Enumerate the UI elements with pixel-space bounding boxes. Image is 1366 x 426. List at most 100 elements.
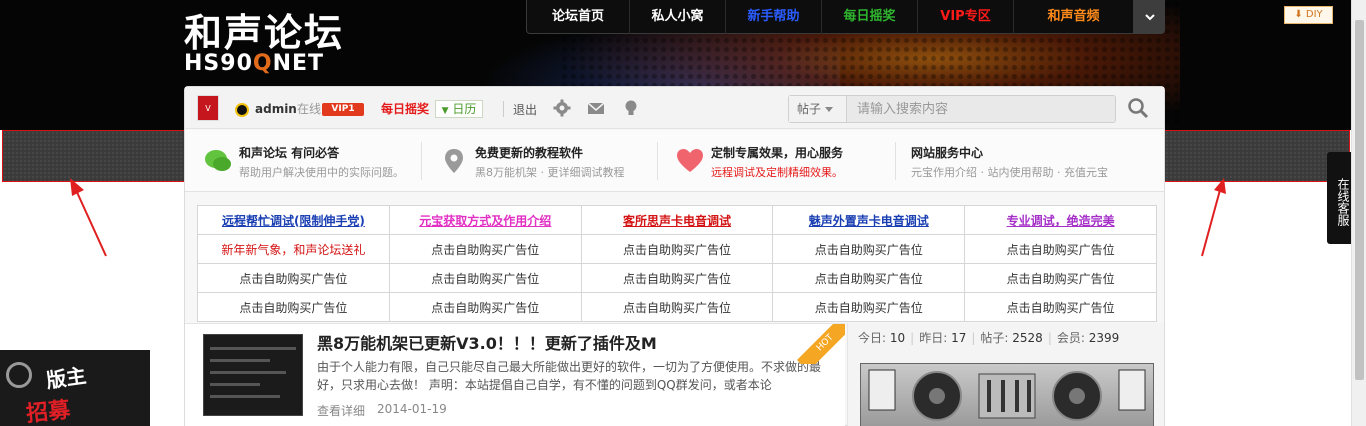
- ad-cell[interactable]: 点击自助购买广告位: [772, 234, 966, 264]
- ad-link[interactable]: 魅声外置声卡电音调试: [809, 214, 929, 228]
- location-pin-icon: [445, 149, 463, 173]
- ad-table: 远程帮忙调试(限制伸手党) 元宝获取方式及作用介绍 客所思声卡电音调试 魅声外置…: [197, 205, 1157, 322]
- ad-link[interactable]: 专业调试，绝造完美: [1007, 214, 1115, 228]
- ad-cell[interactable]: 点击自助购买广告位: [197, 263, 390, 293]
- nav-newbie-help[interactable]: 新手帮助: [725, 0, 821, 34]
- ad-cell[interactable]: 点击自助购买广告位: [388, 292, 582, 322]
- nav-daily-lottery[interactable]: 每日摇奖: [821, 0, 917, 34]
- ad-cell[interactable]: 点击自助购买广告位: [964, 234, 1157, 264]
- feature-title: 定制专属效果，用心服务: [711, 146, 844, 160]
- search-input[interactable]: [849, 96, 1113, 122]
- mail-icon[interactable]: [587, 99, 605, 117]
- search-bar: 帖子: [788, 95, 1116, 123]
- divider: [503, 101, 504, 117]
- thumbnail-detail: [210, 347, 296, 350]
- stats-label: 会员:: [1056, 331, 1085, 345]
- nav-private-space[interactable]: 私人小窝: [629, 0, 725, 34]
- vip-badge[interactable]: VIP1: [322, 103, 364, 116]
- article-thumbnail[interactable]: [203, 334, 303, 416]
- diy-button[interactable]: ⬇ DIY: [1284, 6, 1333, 24]
- logout-link[interactable]: 退出: [513, 87, 537, 133]
- stats-line: 今日: 10 | 昨日: 17 | 帖子: 2528 | 会员: 2399: [858, 331, 1120, 345]
- table-row: 点击自助购买广告位 点击自助购买广告位 点击自助购买广告位 点击自助购买广告位 …: [197, 292, 1157, 322]
- thumbnail-detail: [210, 359, 270, 362]
- online-service-button[interactable]: 在线客服: [1327, 152, 1351, 244]
- dj-controller-icon: [868, 369, 1146, 421]
- moderator-recruit-badge[interactable]: 版主 招募: [0, 350, 150, 426]
- dj-controller-image[interactable]: [860, 363, 1154, 426]
- top-nav: 论坛首页 私人小窝 新手帮助 每日摇奖 VIP专区 和声音频: [526, 0, 1134, 34]
- ad-cell: 远程帮忙调试(限制伸手党): [197, 205, 390, 235]
- lightbulb-icon[interactable]: [622, 99, 640, 117]
- ad-cell[interactable]: 新年新气象，和声论坛送礼: [197, 234, 390, 264]
- ad-cell[interactable]: 点击自助购买广告位: [964, 263, 1157, 293]
- username-link[interactable]: admin: [255, 87, 297, 129]
- feature-title: 和声论坛 有问必答: [239, 146, 340, 160]
- nav-toggle-button[interactable]: [1134, 0, 1165, 34]
- page-scrollbar[interactable]: [1351, 0, 1366, 426]
- thumbnail-detail: [210, 371, 286, 374]
- feature-desc: 元宝作用介绍 · 站内使用帮助 · 充值元宝: [911, 166, 1108, 179]
- thumbnail-detail: [210, 395, 280, 398]
- search-icon[interactable]: [1127, 97, 1149, 119]
- download-arrow-icon: ⬇: [1294, 9, 1303, 20]
- calendar-label: 日历: [452, 102, 477, 116]
- ad-cell[interactable]: 点击自助购买广告位: [964, 292, 1157, 322]
- qq-penguin-icon: [235, 103, 249, 117]
- table-row: 新年新气象，和声论坛送礼 点击自助购买广告位 点击自助购买广告位 点击自助购买广…: [197, 234, 1157, 264]
- search-type-select[interactable]: 帖子: [789, 96, 847, 122]
- ad-link[interactable]: 客所思声卡电音调试: [623, 214, 731, 228]
- ad-cell: 元宝获取方式及作用介绍: [388, 205, 582, 235]
- site-logo[interactable]: 和声论坛 HS90QNET: [184, 12, 366, 80]
- ad-link[interactable]: 元宝获取方式及作用介绍: [419, 214, 551, 228]
- stats-label: 今日:: [858, 331, 887, 345]
- article-more-link[interactable]: 查看详细: [317, 402, 365, 419]
- feature-title: 免费更新的教程软件: [475, 146, 584, 160]
- ad-cell[interactable]: 点击自助购买广告位: [580, 292, 774, 322]
- divider: [657, 142, 658, 180]
- right-red-arrow-icon: [1201, 178, 1226, 257]
- chat-icon: [205, 150, 231, 171]
- calendar-button[interactable]: ▼ 日历: [435, 100, 483, 118]
- ad-cell[interactable]: 点击自助购买广告位: [197, 292, 390, 322]
- nav-forum-home[interactable]: 论坛首页: [527, 0, 629, 34]
- table-row: 远程帮忙调试(限制伸手党) 元宝获取方式及作用介绍 客所思声卡电音调试 魅声外置…: [197, 205, 1157, 235]
- left-red-arrow-icon: [70, 178, 107, 257]
- logo-en-suffix: NET: [272, 51, 325, 76]
- article-date: 2014-01-19: [377, 402, 447, 416]
- diy-label: DIY: [1305, 9, 1323, 20]
- nav-audio[interactable]: 和声音频: [1013, 0, 1133, 34]
- ad-cell[interactable]: 点击自助购买广告位: [580, 234, 774, 264]
- scrollbar-thumb[interactable]: [1355, 20, 1364, 380]
- avatar[interactable]: V: [197, 95, 219, 121]
- caret-down-icon: [825, 107, 834, 112]
- feature-desc: 远程调试及定制精细效果。: [711, 166, 843, 179]
- feature-title: 网站服务中心: [911, 146, 984, 160]
- featured-article: 黑8万能机架已更新V3.0！！！更新了插件及M 由于个人能力有限，自己只能尽自己…: [185, 323, 845, 426]
- hot-ribbon: HOT: [797, 324, 845, 364]
- ad-cell[interactable]: 点击自助购买广告位: [772, 263, 966, 293]
- logo-en-q: Q: [252, 51, 273, 76]
- ad-link[interactable]: 远程帮忙调试(限制伸手党): [222, 214, 365, 228]
- recruit-line1: 版主: [44, 363, 88, 393]
- right-side-band: [1164, 130, 1350, 182]
- triangle-down-icon: ▼: [441, 106, 449, 116]
- divider: [421, 142, 422, 180]
- stats-yesterday: 17: [951, 331, 967, 345]
- ad-cell[interactable]: 点击自助购买广告位: [772, 292, 966, 322]
- ad-cell: 魅声外置声卡电音调试: [772, 205, 966, 235]
- heart-icon: [677, 149, 703, 172]
- stats-label: 昨日:: [919, 331, 948, 345]
- logo-text-cn: 和声论坛: [184, 11, 345, 55]
- ad-cell: 专业调试，绝造完美: [964, 205, 1157, 235]
- nav-vip-zone[interactable]: VIP专区: [917, 0, 1013, 34]
- daily-lottery-link[interactable]: 每日摇奖: [381, 87, 429, 129]
- thumbnail-detail: [210, 383, 260, 386]
- article-title[interactable]: 黑8万能机架已更新V3.0！！！更新了插件及M: [317, 330, 657, 354]
- ad-cell[interactable]: 点击自助购买广告位: [580, 263, 774, 293]
- ad-cell[interactable]: 点击自助购买广告位: [388, 263, 582, 293]
- ad-cell[interactable]: 点击自助购买广告位: [388, 234, 582, 264]
- stats-today: 10: [889, 331, 906, 345]
- stats-posts: 2528: [1012, 331, 1043, 345]
- gear-icon[interactable]: [553, 99, 571, 117]
